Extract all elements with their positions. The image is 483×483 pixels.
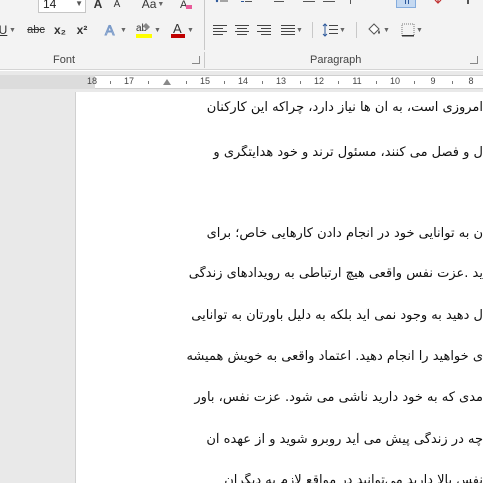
show-marks-button[interactable] xyxy=(396,0,416,8)
ribbon: 14 ▼ A A Aa ▼ A U ▼ abc x₂ x² A ▼ ab ▼ A … xyxy=(0,0,483,70)
subscript-button[interactable]: x₂ xyxy=(50,20,70,40)
paint-bucket-icon xyxy=(368,23,381,35)
sort-button[interactable]: ▼ xyxy=(344,0,372,8)
align-left-button[interactable] xyxy=(210,20,230,40)
ruler-number: 11 xyxy=(352,76,362,86)
increase-indent-icon xyxy=(323,1,335,2)
ruler-tick xyxy=(338,81,339,84)
font-color-icon: A xyxy=(171,21,186,38)
shading-button[interactable]: ▼ xyxy=(362,20,394,40)
document-line[interactable]: ی خواهید را انجام دهید. اعتماد واقعی به … xyxy=(153,349,483,364)
line-spacing-icon xyxy=(322,23,339,37)
paragraph-group-label: Paragraph xyxy=(310,54,362,66)
svg-text:A: A xyxy=(105,22,115,38)
ruler-tick xyxy=(186,81,187,84)
bullets-button[interactable] xyxy=(212,0,232,8)
ruler-tick xyxy=(376,81,377,84)
font-dialog-launcher-icon[interactable] xyxy=(192,56,200,64)
highlight-button[interactable]: ab ▼ xyxy=(132,20,164,40)
ruler-number: 8 xyxy=(468,76,474,86)
document-line[interactable]: ن به توانایی خود در انجام دادن کارهایی خ… xyxy=(153,226,483,241)
document-line[interactable] xyxy=(153,190,483,205)
numbering-icon xyxy=(241,1,253,2)
align-center-button[interactable] xyxy=(232,20,252,40)
change-case-button[interactable]: Aa ▼ xyxy=(138,0,168,14)
ribbon-separator xyxy=(312,22,313,38)
decrease-indent-button[interactable] xyxy=(300,0,318,8)
borders-icon xyxy=(401,23,415,37)
ruler-tick xyxy=(414,81,415,84)
styles-more-button[interactable] xyxy=(458,0,478,8)
horizontal-ruler[interactable]: 18 17 15 14 13 12 11 10 9 8 xyxy=(0,75,483,89)
text-effects-icon: A xyxy=(105,22,116,38)
sort-icon xyxy=(350,0,352,4)
justify-button[interactable]: ▼ xyxy=(276,20,308,40)
paragraph-dialog-launcher-icon[interactable] xyxy=(470,56,478,64)
svg-text:A: A xyxy=(173,21,182,36)
font-color-button[interactable]: A ▼ xyxy=(166,20,198,40)
strikethrough-button[interactable]: abc xyxy=(24,20,48,40)
text-effects-button[interactable]: A ▼ xyxy=(100,20,130,40)
line-spacing-button[interactable]: ▼ xyxy=(318,20,350,40)
align-right-icon xyxy=(257,25,271,35)
document-line[interactable]: چه در زندگی پیش می آید روبرو شوید و از ع… xyxy=(153,432,483,447)
shrink-font-button[interactable]: A xyxy=(110,0,124,14)
decrease-indent-icon xyxy=(303,1,315,2)
multilevel-list-button[interactable]: ▼ xyxy=(268,0,296,8)
grow-font-button[interactable]: A xyxy=(90,0,106,14)
font-group-label: Font xyxy=(53,54,76,66)
align-right-button[interactable] xyxy=(254,20,274,40)
ruler-number: 9 xyxy=(430,76,436,86)
pilcrow-icon xyxy=(405,0,409,4)
ruler-number: 14 xyxy=(237,76,249,86)
ribbon-separator xyxy=(204,0,205,50)
document-line[interactable]: نفس بالا دارید می‌توانید در مواقع لازم ب… xyxy=(153,473,483,483)
increase-indent-button[interactable] xyxy=(320,0,338,8)
clear-formatting-icon: A xyxy=(180,0,192,11)
bullets-icon xyxy=(215,0,228,3)
ruler-tick xyxy=(224,81,225,84)
document-line[interactable]: ل و فصل می کنند، مسئول ترند و خود هدایتگ… xyxy=(153,145,483,160)
more-icon xyxy=(467,0,469,4)
align-left-icon xyxy=(213,25,227,35)
ruler-tick xyxy=(300,81,301,84)
ruler-tick xyxy=(148,81,149,84)
font-size-box[interactable]: 14 ▼ xyxy=(38,0,86,13)
ruler-number: 17 xyxy=(123,76,135,86)
font-size-dropdown-icon[interactable]: ▼ xyxy=(75,0,83,8)
borders-button[interactable]: ▼ xyxy=(396,20,428,40)
document-line[interactable]: ید .عزت نفس واقعی هیچ ارتباطی به رویداده… xyxy=(153,266,483,281)
document-page[interactable]: امروزی است، به آن ها نیاز دارد، چراکه ای… xyxy=(75,92,483,483)
ruler-number: 10 xyxy=(389,76,401,86)
ruler-tick xyxy=(262,81,263,84)
ruler-tick xyxy=(110,81,111,84)
document-line[interactable]: ل دهید به وجود نمی آید بلکه به دلیل باور… xyxy=(153,308,483,323)
underline-dropdown-icon[interactable]: ▼ xyxy=(8,20,16,40)
ruler-number: 15 xyxy=(199,76,211,86)
sort-az-button[interactable] xyxy=(426,0,450,8)
clear-formatting-button[interactable]: A xyxy=(176,0,196,14)
document-line[interactable]: مدی که به خود دارید ناشی می شود. عزت نفس… xyxy=(153,390,483,405)
document-line[interactable]: امروزی است، به آن ها نیاز دارد، چراکه ای… xyxy=(153,100,483,115)
numbering-button[interactable]: ▼ xyxy=(236,0,264,8)
font-size-value: 14 xyxy=(43,0,57,11)
ruler-number: 13 xyxy=(275,76,287,86)
sort-az-icon xyxy=(434,0,442,4)
align-center-icon xyxy=(235,25,249,35)
highlight-icon: ab xyxy=(136,23,153,38)
ruler-tick xyxy=(452,81,453,84)
ruler-text-area xyxy=(95,75,483,89)
ruler-number: 18 xyxy=(86,76,98,86)
multilevel-list-icon xyxy=(274,1,285,2)
ribbon-separator xyxy=(356,22,357,38)
ruler-number: 12 xyxy=(313,76,325,86)
superscript-button[interactable]: x² xyxy=(72,20,92,40)
ribbon-separator xyxy=(204,52,205,68)
justify-icon xyxy=(281,25,296,35)
first-line-indent-marker[interactable] xyxy=(163,79,171,85)
